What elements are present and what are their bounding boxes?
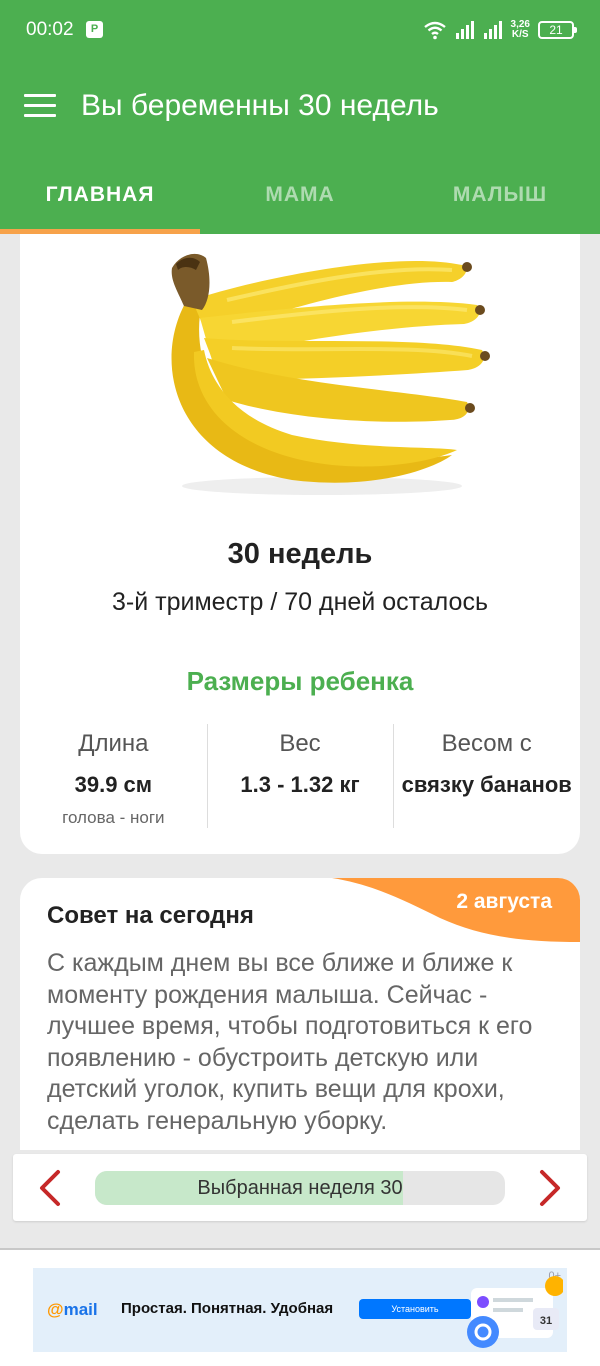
stat-value: связку бананов	[401, 772, 572, 797]
signal-icon	[483, 21, 502, 39]
tip-text: С каждым днем вы все ближе и ближе к мом…	[47, 949, 533, 1135]
mail-logo: @mail	[47, 1300, 98, 1320]
baby-stats: Длина 39.9 см голова - ноги Вес 1.3 - 1.…	[20, 724, 580, 828]
network-speed-unit: K/S	[511, 29, 529, 40]
chevron-left-icon[interactable]	[31, 1168, 71, 1208]
week-progress[interactable]: Выбранная неделя 30	[95, 1171, 505, 1205]
wifi-icon	[423, 21, 446, 40]
stat-label: Длина	[78, 730, 149, 757]
week-title: 30 недель	[227, 538, 373, 570]
week-card: 30 недель 3-й триместр / 70 дней осталос…	[20, 234, 580, 854]
signal-icon	[455, 21, 474, 39]
selected-week-label: Выбранная неделя 30	[197, 1177, 403, 1199]
app-title: Вы беременны 30 недель	[81, 89, 439, 122]
stat-value: 39.9 см	[74, 772, 153, 797]
ad-illustration: 31	[467, 1276, 563, 1348]
app-bar: Вы беременны 30 недель	[0, 62, 600, 156]
ad-area: @mail Простая. Понятная. Удобная Установ…	[0, 1248, 600, 1366]
banana-bunch-icon	[171, 253, 490, 495]
battery-icon: 21	[538, 21, 577, 39]
trimester-subtitle: 3-й триместр / 70 дней осталось	[112, 588, 488, 616]
ad-text: Простая. Понятная. Удобная	[121, 1300, 334, 1317]
stat-length: Длина 39.9 см голова - ноги	[20, 724, 207, 828]
stat-comparison: Весом с связку бананов	[393, 724, 580, 828]
calendar-day: 31	[540, 1315, 552, 1327]
stat-value: 1.3 - 1.32 кг	[240, 772, 360, 797]
stat-label: Весом с	[441, 730, 532, 757]
tip-date: 2 августа	[456, 890, 552, 913]
install-button[interactable]: Установить	[359, 1299, 471, 1319]
mail-logo-text: mail	[63, 1300, 98, 1319]
tip-title: Совет на сегодня	[47, 902, 254, 929]
status-bar: 00:02 P 3,26 K/S 21	[0, 0, 600, 62]
stat-weight: Вес 1.3 - 1.32 кг	[206, 724, 394, 828]
tab-mom[interactable]: МАМА	[200, 156, 400, 234]
week-selector: Выбранная неделя 30	[13, 1154, 587, 1221]
tab-baby[interactable]: МАЛЫШ	[400, 156, 600, 234]
tab-bar: ГЛАВНАЯ МАМА МАЛЫШ	[0, 156, 600, 234]
baby-sizes-title: Размеры ребенка	[186, 666, 414, 696]
notification-app-icon: P	[86, 21, 103, 38]
network-speed: 3,26 K/S	[511, 20, 530, 40]
tip-card: 2 августа Совет на сегодня С каждым днем…	[20, 878, 580, 1150]
tab-main[interactable]: ГЛАВНАЯ	[0, 156, 200, 234]
stat-label: Вес	[279, 730, 321, 757]
status-time: 00:02	[26, 19, 74, 40]
chevron-right-icon[interactable]	[529, 1168, 569, 1208]
mail-logo-at: @	[47, 1300, 64, 1319]
menu-icon[interactable]	[24, 94, 56, 120]
status-icons: 3,26 K/S 21	[423, 16, 577, 44]
ad-banner[interactable]: @mail Простая. Понятная. Удобная Установ…	[33, 1268, 567, 1352]
stat-note: голова - ноги	[62, 808, 165, 827]
